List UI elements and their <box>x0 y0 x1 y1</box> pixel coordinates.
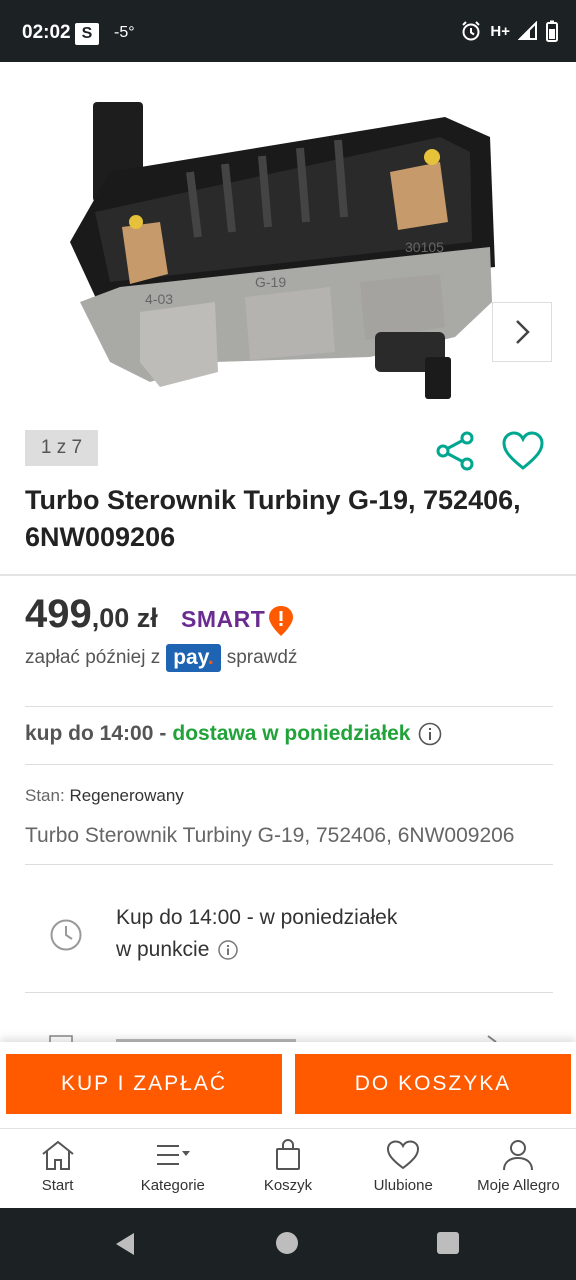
nav-label-kategorie: Kategorie <box>140 1177 205 1194</box>
nav-label-koszyk: Koszyk <box>263 1177 313 1194</box>
home-button-icon[interactable] <box>276 1232 298 1254</box>
nav-label-start: Start <box>41 1177 74 1194</box>
svg-text:G-19: G-19 <box>255 274 286 290</box>
system-navigation-bar <box>0 1208 576 1280</box>
app-notification-icon: S <box>75 23 99 45</box>
pickup-line-1: Kup do 14:00 - w poniedziałek <box>116 906 398 929</box>
svg-text:4-03: 4-03 <box>145 291 173 307</box>
price-decimal: ,00 zł <box>91 603 158 633</box>
product-image: 30105 G-19 4-03 <box>70 102 495 399</box>
status-temperature: -5° <box>114 24 135 41</box>
network-type-label: H+ <box>490 22 510 40</box>
nav-item-start[interactable]: Start <box>0 1129 115 1208</box>
menu-icon <box>156 1145 190 1165</box>
battery-icon <box>546 20 558 42</box>
section-divider <box>0 574 576 576</box>
pay-logo-text: pay <box>173 646 208 669</box>
favorite-button[interactable] <box>500 430 546 472</box>
pay-logo-dot: . <box>207 646 214 669</box>
pickup-line-2-text: w punkcie <box>116 938 210 961</box>
product-subtitle: Turbo Sterownik Turbiny G-19, 752406, 6N… <box>25 824 515 847</box>
pay-later-text: zapłać później z <box>25 647 161 668</box>
user-icon <box>503 1140 534 1171</box>
nav-item-ulubione[interactable]: Ulubione <box>346 1129 461 1208</box>
condition-label: Stan: <box>25 786 65 805</box>
home-icon <box>41 1140 74 1170</box>
status-bar: 02:02 S -5° H+ <box>0 0 576 62</box>
pay-later-row: zapłać później z pay. sprawdź <box>25 644 297 672</box>
smart-label: SMART <box>181 606 266 632</box>
alarm-icon <box>462 21 481 41</box>
delivery-separator: - <box>159 722 167 745</box>
share-icon <box>436 431 474 471</box>
product-image-gallery[interactable]: 30105 G-19 4-03 <box>0 62 576 417</box>
bag-icon <box>276 1139 300 1170</box>
product-title: Turbo Sterownik Turbiny G-19, 752406, 6N… <box>25 485 521 552</box>
nav-item-koszyk[interactable]: Koszyk <box>230 1129 345 1208</box>
heart-icon <box>387 1140 420 1170</box>
next-image-button[interactable] <box>492 302 552 362</box>
pay-later-check-link[interactable]: sprawdź <box>227 647 298 669</box>
nav-item-kategorie[interactable]: Kategorie <box>115 1129 230 1208</box>
divider <box>25 764 553 765</box>
status-time: 02:02 <box>22 22 71 43</box>
product-price: 499,00 zł <box>25 592 158 637</box>
recent-apps-icon[interactable] <box>437 1232 459 1254</box>
nav-item-moje-allegro[interactable]: Moje Allegro <box>461 1129 576 1208</box>
delivery-info[interactable]: kup do 14:00 - dostawa w poniedziałek <box>25 722 442 746</box>
heart-outline-icon <box>502 431 544 470</box>
nav-label-ulubione: Ulubione <box>373 1177 433 1194</box>
status-icons: H+ <box>460 20 558 42</box>
divider <box>25 864 553 865</box>
add-to-cart-button[interactable]: DO KOSZYKA <box>295 1054 571 1114</box>
info-icon[interactable] <box>418 722 442 746</box>
delivery-day: dostawa w poniedziałek <box>172 722 411 745</box>
back-icon[interactable] <box>114 1232 136 1256</box>
price-integer: 499 <box>25 592 92 636</box>
clock-icon <box>50 919 82 951</box>
buy-now-button[interactable]: KUP I ZAPŁAĆ <box>6 1054 282 1114</box>
allegro-pay-logo: pay. <box>166 644 221 672</box>
nav-label-moje-allegro: Moje Allegro <box>477 1177 560 1194</box>
signal-icon <box>518 21 537 40</box>
pickup-line-2: w punkcie <box>116 938 239 962</box>
image-counter-badge: 1 z 7 <box>25 430 98 466</box>
condition-value: Regenerowany <box>69 786 184 805</box>
pickup-delivery-option[interactable]: Kup do 14:00 - w poniedziałek w punkcie <box>25 894 553 990</box>
smart-badge-icon <box>269 606 293 636</box>
delivery-cutoff: kup do 14:00 <box>25 722 154 745</box>
svg-text:30105: 30105 <box>405 239 444 255</box>
bottom-navigation: Start Kategorie Koszyk Ulubione Moje All… <box>0 1128 576 1208</box>
chevron-right-icon <box>516 320 530 344</box>
purchase-action-bar: KUP I ZAPŁAĆ DO KOSZYKA <box>0 1042 576 1128</box>
info-icon[interactable] <box>217 939 239 961</box>
share-button[interactable] <box>434 430 478 472</box>
divider <box>25 992 553 993</box>
divider <box>25 706 553 707</box>
condition-row: Stan: Regenerowany <box>25 786 184 806</box>
